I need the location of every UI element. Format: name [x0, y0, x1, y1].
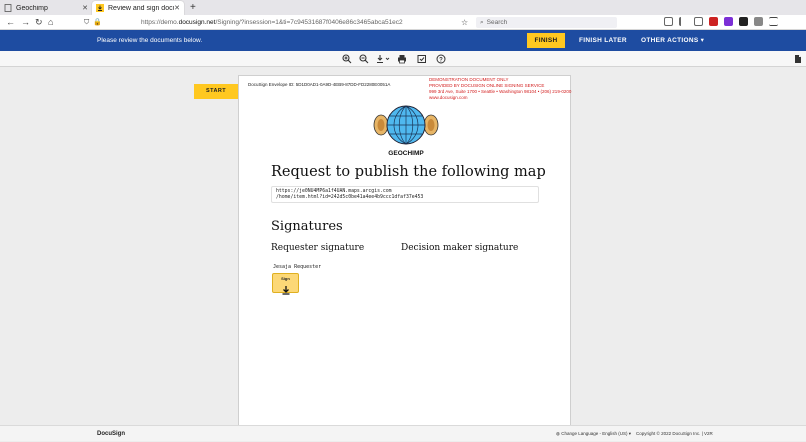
- requester-signature-heading: Requester signature: [271, 243, 365, 253]
- url-path: /Signing/?insession=1&ti=7c94531687f0406…: [215, 19, 403, 26]
- reload-icon[interactable]: ↻: [35, 16, 43, 29]
- search-input[interactable]: ⌕ Search: [476, 17, 617, 28]
- download-icon[interactable]: [376, 54, 390, 64]
- file-icon[interactable]: [793, 54, 803, 64]
- pocket-icon[interactable]: [664, 17, 673, 26]
- menu-icon[interactable]: [769, 17, 778, 26]
- sign-here-tag[interactable]: Sign: [272, 273, 299, 295]
- home-icon[interactable]: ⌂: [48, 16, 53, 29]
- map-url-box: https://je0NU4MP6a1f4UAN.maps.arcgis.com…: [271, 186, 539, 203]
- download-arrow-icon: [282, 286, 289, 295]
- globe-icon: ◍: [556, 431, 560, 436]
- print-icon[interactable]: [397, 54, 407, 64]
- signatures-heading: Signatures: [271, 219, 343, 234]
- tab-review-and-sign[interactable]: Review and sign documen ✕: [92, 1, 184, 15]
- sign-label: Sign: [281, 276, 290, 281]
- search-placeholder: Search: [486, 19, 508, 26]
- copyright: Copyright © 2022 DocuSign Inc. | V2R: [636, 431, 713, 436]
- demo-notice: DEMONSTRATION DOCUMENT ONLY PROVIDED BY …: [429, 77, 571, 101]
- zoom-out-icon[interactable]: [359, 54, 369, 64]
- shield-icon[interactable]: ⛉: [84, 16, 89, 29]
- view-attachments-icon[interactable]: [417, 54, 427, 64]
- close-tab-icon[interactable]: ✕: [82, 4, 88, 12]
- extension-icon[interactable]: [724, 17, 733, 26]
- envelope-id: DocuSign Envelope ID: 5D1D0AD1-0A9D-4EB9…: [248, 82, 391, 87]
- document-title: Request to publish the following map: [271, 164, 546, 180]
- extension-icons: [664, 17, 778, 26]
- decision-maker-signature-heading: Decision maker signature: [401, 243, 519, 253]
- footer: DocuSign ◍ Change Language - English (US…: [0, 425, 806, 441]
- url-domain: docusign.net: [178, 19, 216, 26]
- language-label: Change Language - English (US): [561, 431, 628, 436]
- extension-s-icon[interactable]: [739, 17, 748, 26]
- sidebar-icon[interactable]: [694, 17, 703, 26]
- other-actions-label: OTHER ACTIONS: [641, 37, 699, 44]
- finish-button[interactable]: FINISH: [527, 33, 565, 48]
- start-button[interactable]: START: [194, 84, 238, 99]
- chevron-down-icon: ▾: [628, 431, 632, 436]
- new-tab-icon[interactable]: +: [190, 1, 196, 15]
- document-page: DocuSign Envelope ID: 5D1D0AD1-0A9D-4EB9…: [238, 75, 571, 425]
- url-bar[interactable]: https://demo.docusign.net/Signing/?inses…: [141, 16, 461, 29]
- docusign-brand: DocuSign: [97, 431, 125, 437]
- browser-nav-bar: ← → ↻ ⌂ ⛉ 🔒 https://demo.docusign.net/Si…: [0, 15, 806, 30]
- tab-label: Geochimp: [16, 4, 48, 12]
- browser-tab-bar: Geochimp ✕ Review and sign documen ✕ +: [0, 0, 806, 15]
- help-icon[interactable]: ?: [436, 54, 446, 64]
- svg-text:?: ?: [439, 57, 443, 63]
- demo-line: www.docusign.com: [429, 95, 468, 100]
- back-icon[interactable]: ←: [6, 16, 15, 29]
- geochimp-logo: GEOCHIMP: [373, 105, 439, 157]
- tab-label: Review and sign documen: [108, 4, 174, 12]
- signing-action-bar: Please review the documents below. FINIS…: [0, 30, 806, 51]
- review-message: Please review the documents below.: [97, 37, 203, 44]
- lock-icon[interactable]: 🔒: [93, 16, 102, 29]
- zoom-in-icon[interactable]: [342, 54, 352, 64]
- docusign-favicon-icon: [96, 4, 104, 12]
- forward-icon[interactable]: →: [21, 16, 30, 29]
- ublock-icon[interactable]: [709, 17, 718, 26]
- other-actions-button[interactable]: OTHER ACTIONS ▾: [641, 30, 704, 51]
- close-tab-icon[interactable]: ✕: [174, 4, 180, 12]
- library-icon[interactable]: [679, 17, 688, 26]
- extension-puzzle-icon[interactable]: [754, 17, 763, 26]
- bookmark-star-icon[interactable]: ☆: [461, 16, 468, 29]
- change-language-link[interactable]: ◍ Change Language - English (US) ▾: [556, 426, 631, 442]
- url-prefix: https://demo.: [141, 19, 179, 26]
- finish-later-button[interactable]: FINISH LATER: [579, 30, 627, 51]
- logo-text: GEOCHIMP: [388, 150, 424, 157]
- document-toolbar: ?: [0, 51, 806, 67]
- page-icon: [4, 4, 12, 12]
- tab-geochimp[interactable]: Geochimp ✕: [0, 1, 92, 15]
- requester-name: Jesaja Requester: [273, 264, 322, 270]
- search-icon: ⌕: [480, 19, 484, 26]
- map-url-line: /home/item.html?id=242d5c0be41a4ee4b9ccc…: [276, 195, 424, 200]
- chevron-down-icon: ▾: [700, 37, 705, 44]
